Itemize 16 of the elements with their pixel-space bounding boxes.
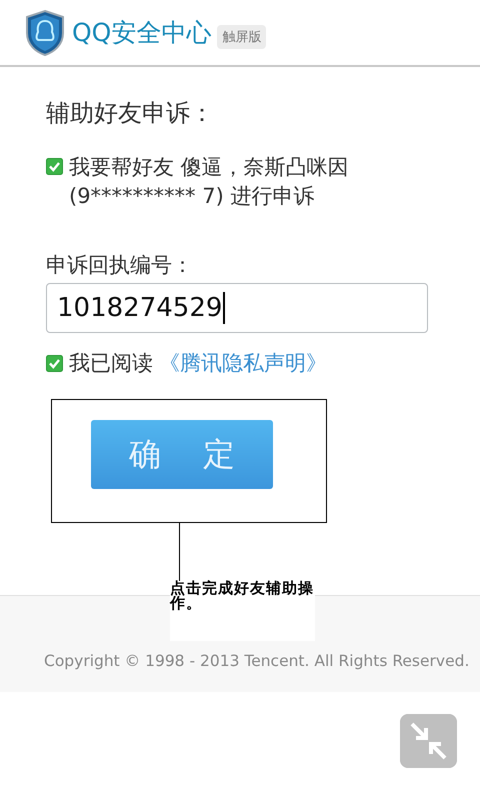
edition-badge: 触屏版 bbox=[217, 24, 266, 48]
consent-text: 我要帮好友 傻逼，奈斯凸咪因 (9********** 7) 进行申诉 bbox=[69, 154, 350, 210]
field-label: 申诉回执编号： bbox=[46, 252, 194, 279]
shield-logo-icon bbox=[24, 8, 66, 56]
checkbox[interactable] bbox=[46, 158, 63, 175]
agreement-text: 我已阅读 bbox=[69, 350, 153, 377]
input-field[interactable]: 1018274529 bbox=[46, 283, 428, 333]
shrink-icon[interactable] bbox=[400, 714, 457, 768]
confirm-button[interactable]: 确 定 bbox=[91, 420, 273, 489]
page-heading: 辅助好友申诉： bbox=[46, 98, 215, 129]
privacy-link[interactable]: 《腾讯隐私声明》 bbox=[159, 349, 327, 377]
checkbox[interactable] bbox=[46, 354, 63, 372]
annotation-text: 点击完成好友辅助操作。 bbox=[170, 581, 315, 641]
text-cursor bbox=[223, 292, 226, 324]
copyright-text: Copyright © 1998 - 2013 Tencent. All Rights Reserved. bbox=[44, 652, 470, 670]
app-title: QQ安全中心 bbox=[72, 17, 212, 49]
